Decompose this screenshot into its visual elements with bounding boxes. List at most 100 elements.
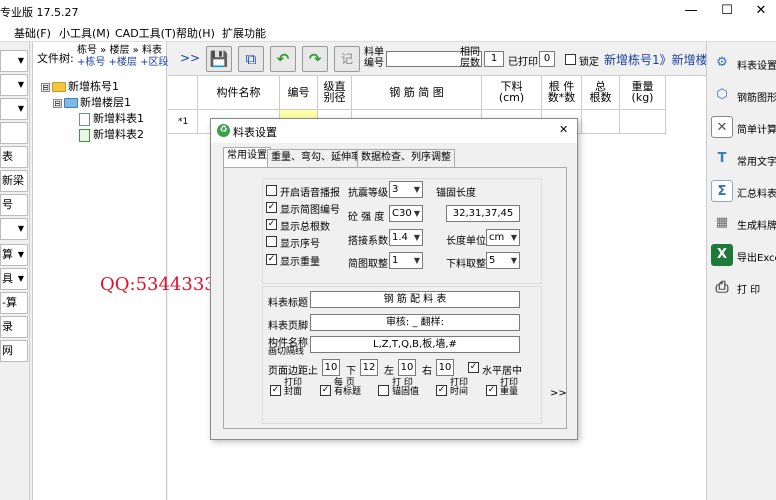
- left-strip-button[interactable]: 录: [0, 316, 28, 338]
- voice-checkbox[interactable]: [266, 185, 277, 196]
- serial-checkbox[interactable]: [266, 236, 277, 247]
- concrete-select[interactable]: C30 ▼: [389, 205, 423, 222]
- export-excel-button[interactable]: X 导出Excel: [709, 242, 776, 270]
- menu-tools[interactable]: 小工具(M): [59, 25, 110, 41]
- sheet-settings-button[interactable]: ⚙ 料表设置: [709, 50, 776, 78]
- sheet-title-field[interactable]: 钢 筋 配 料 表: [310, 291, 520, 308]
- save-icon[interactable]: 💾: [206, 46, 232, 72]
- dialog-close-button[interactable]: ✕: [559, 123, 568, 136]
- left-strip-button[interactable]: ▼: [0, 98, 28, 120]
- print-button[interactable]: ⎙ 打 印: [709, 274, 776, 302]
- copy-icon[interactable]: ⧉: [238, 46, 264, 72]
- edit-document-icon: [79, 128, 90, 142]
- title-every-page-checkbox[interactable]: ✓: [320, 385, 331, 396]
- expand-button[interactable]: >>: [180, 51, 200, 65]
- tree-item-building[interactable]: ⊟ 新增栋号1: [41, 78, 119, 94]
- left-strip-button[interactable]: 号: [0, 194, 28, 216]
- column-header-number[interactable]: 编号: [280, 76, 318, 110]
- tab-weight-hook[interactable]: 重量、弯勾、延伸率: [267, 149, 365, 167]
- print-cover-checkbox[interactable]: ✓: [270, 385, 281, 396]
- tree-add-links[interactable]: +栋号 +楼层 +区段 +: [77, 58, 180, 68]
- left-strip-button[interactable]: 网: [0, 340, 28, 362]
- total-count-checkbox[interactable]: ✓: [266, 219, 277, 230]
- anti-seismic-select[interactable]: 3 ▼: [389, 181, 423, 198]
- dialog-title: 料表设置: [233, 126, 277, 139]
- print-weight-checkbox[interactable]: ✓: [486, 385, 497, 396]
- margin-top-input[interactable]: 10: [322, 359, 340, 376]
- left-strip-button[interactable]: 新梁: [0, 170, 28, 192]
- margin-bottom-input[interactable]: 12: [360, 359, 378, 376]
- collapse-icon[interactable]: ⊟: [53, 98, 62, 108]
- concrete-label: 砼 强 度: [348, 212, 385, 223]
- cut-round-select[interactable]: 5 ▼: [486, 252, 520, 269]
- margin-right-input[interactable]: 10: [436, 359, 454, 376]
- left-strip-button[interactable]: ▼: [0, 50, 28, 72]
- column-header-total[interactable]: 总根数: [582, 76, 620, 110]
- left-strip-button[interactable]: 算 ▼: [0, 244, 28, 266]
- tab-data-check[interactable]: 数据检查、列序调整: [357, 149, 455, 167]
- common-text-button[interactable]: T 常用文字: [709, 146, 776, 174]
- margin-right-label: 右: [422, 366, 432, 377]
- minimize-button[interactable]: —: [676, 2, 706, 20]
- simple-calc-button[interactable]: ✕ 简单计算: [709, 114, 776, 142]
- total-count-label: 显示总根数: [280, 222, 330, 233]
- left-strip-button[interactable]: 具 ▼: [0, 268, 28, 290]
- margin-left-input[interactable]: 10: [398, 359, 416, 376]
- menu-extensions[interactable]: 扩展功能: [222, 25, 266, 41]
- shape-round-select[interactable]: 1 ▼: [389, 252, 423, 269]
- sheet-title-label: 料表标题: [268, 298, 308, 309]
- material-no-label-2: 编号: [364, 58, 384, 69]
- rebar-shapes-button[interactable]: ⬡ 钢筋图形: [709, 82, 776, 110]
- tab-common-settings[interactable]: 常用设置: [223, 147, 271, 167]
- column-header-shape[interactable]: 钢 筋 简 图: [352, 76, 482, 110]
- component-field[interactable]: L,Z,T,Q,B,板,墙,#: [310, 336, 520, 353]
- generate-tags-button[interactable]: ▦ 生成料牌: [709, 210, 776, 238]
- shape-icon: ⬡: [716, 87, 728, 102]
- record-button[interactable]: 记: [334, 46, 360, 72]
- more-options-button[interactable]: >>: [550, 388, 567, 399]
- component-label-2: 画切隔线: [268, 347, 305, 357]
- column-header-name[interactable]: 构件名称: [198, 76, 280, 110]
- breadcrumb[interactable]: 新增栋号1》新增楼: [604, 51, 708, 68]
- menu-help[interactable]: 帮助(H): [176, 25, 215, 41]
- summary-sheet-button[interactable]: Σ 汇总料表: [709, 178, 776, 206]
- left-strip-button[interactable]: [0, 122, 28, 144]
- footer-field[interactable]: 审核: _ 翻样:: [310, 314, 520, 331]
- tree-item-floor[interactable]: ⊟ 新增楼层1: [53, 94, 131, 110]
- collapse-icon[interactable]: ⊟: [41, 82, 50, 92]
- redo-icon[interactable]: ↷: [302, 46, 328, 72]
- anchor-length-field[interactable]: 32,31,37,45: [446, 205, 520, 222]
- maximize-button[interactable]: ☐: [712, 2, 742, 20]
- weight-checkbox[interactable]: ✓: [266, 254, 277, 265]
- lap-select[interactable]: 1.4 ▼: [389, 229, 423, 246]
- center-checkbox[interactable]: ✓: [468, 362, 479, 373]
- undo-icon[interactable]: ↶: [270, 46, 296, 72]
- menu-cad-tools[interactable]: CAD工具(T): [115, 25, 176, 41]
- layer-count-input[interactable]: 1: [484, 51, 504, 67]
- menu-basic[interactable]: 基础(F): [14, 25, 51, 41]
- column-header-count[interactable]: 根 件数*数: [542, 76, 582, 110]
- print-time-checkbox[interactable]: ✓: [436, 385, 447, 396]
- gear-icon: ⚙: [716, 55, 728, 70]
- lock-checkbox[interactable]: [565, 54, 576, 65]
- table-cell[interactable]: [582, 110, 620, 134]
- close-button[interactable]: ✕: [746, 2, 776, 20]
- left-strip-button[interactable]: -算: [0, 292, 28, 314]
- left-strip-button[interactable]: ▼: [0, 218, 28, 240]
- tree-item-sheet-1[interactable]: 新增料表1: [79, 110, 144, 126]
- chevron-down-icon: ▼: [17, 274, 24, 283]
- column-header-grade[interactable]: 级直 别径: [318, 76, 352, 110]
- right-panel: ⚙ 料表设置 ⬡ 钢筋图形 ✕ 简单计算 T 常用文字 Σ 汇总料表 ▦ 生成料…: [706, 42, 776, 500]
- left-strip-button[interactable]: 表: [0, 146, 28, 168]
- column-header-cut-length[interactable]: 下料 (cm): [482, 76, 542, 110]
- left-strip-button[interactable]: ▼: [0, 74, 28, 96]
- table-cell[interactable]: [620, 110, 666, 134]
- lap-label: 搭接系数: [348, 236, 388, 247]
- print-anchor-checkbox[interactable]: [378, 385, 389, 396]
- column-header-weight[interactable]: 重量 (kg): [620, 76, 666, 110]
- tree-item-sheet-2[interactable]: 新增料表2: [79, 126, 144, 142]
- shape-number-checkbox[interactable]: ✓: [266, 202, 277, 213]
- chevron-down-icon: ▼: [17, 250, 24, 259]
- length-unit-select[interactable]: cm ▼: [486, 229, 520, 246]
- voice-label: 开启语音播报: [280, 188, 340, 199]
